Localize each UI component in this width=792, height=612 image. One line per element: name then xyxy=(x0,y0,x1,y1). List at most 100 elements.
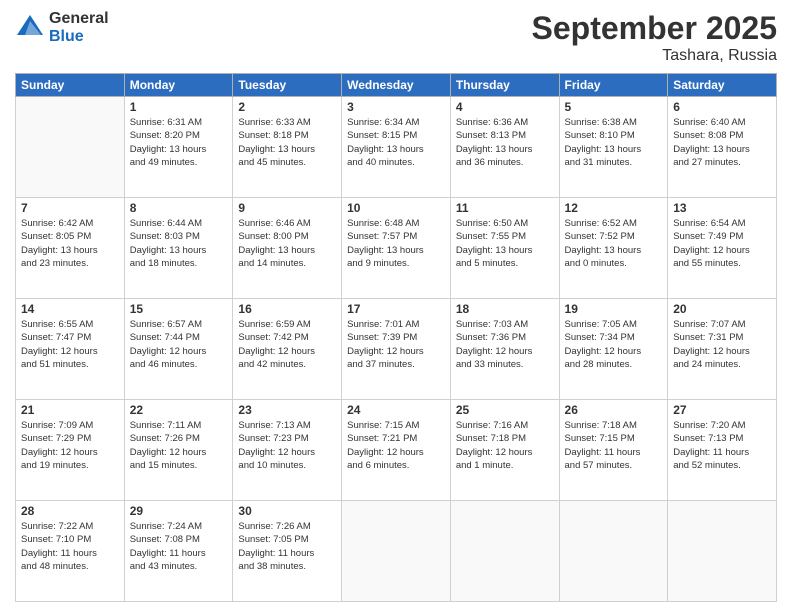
calendar-cell: 19 Sunrise: 7:05 AM Sunset: 7:34 PM Dayli… xyxy=(559,299,668,400)
day-number: 19 xyxy=(565,302,663,316)
day-info: Sunrise: 6:57 AM Sunset: 7:44 PM Dayligh… xyxy=(130,318,228,371)
calendar-cell: 14 Sunrise: 6:55 AM Sunset: 7:47 PM Dayli… xyxy=(16,299,125,400)
calendar-header-monday: Monday xyxy=(124,74,233,97)
logo-text: General Blue xyxy=(49,10,109,45)
calendar-cell: 20 Sunrise: 7:07 AM Sunset: 7:31 PM Dayli… xyxy=(668,299,777,400)
logo-icon xyxy=(15,13,45,43)
day-info: Sunrise: 7:16 AM Sunset: 7:18 PM Dayligh… xyxy=(456,419,554,472)
calendar-cell: 22 Sunrise: 7:11 AM Sunset: 7:26 PM Dayli… xyxy=(124,400,233,501)
day-number: 11 xyxy=(456,201,554,215)
day-info: Sunrise: 7:24 AM Sunset: 7:08 PM Dayligh… xyxy=(130,520,228,573)
day-info: Sunrise: 6:34 AM Sunset: 8:15 PM Dayligh… xyxy=(347,116,445,169)
day-number: 16 xyxy=(238,302,336,316)
day-number: 9 xyxy=(238,201,336,215)
day-number: 17 xyxy=(347,302,445,316)
title-location: Tashara, Russia xyxy=(532,47,777,65)
calendar-cell: 26 Sunrise: 7:18 AM Sunset: 7:15 PM Dayli… xyxy=(559,400,668,501)
day-info: Sunrise: 7:22 AM Sunset: 7:10 PM Dayligh… xyxy=(21,520,119,573)
day-number: 10 xyxy=(347,201,445,215)
day-info: Sunrise: 6:59 AM Sunset: 7:42 PM Dayligh… xyxy=(238,318,336,371)
calendar-cell: 6 Sunrise: 6:40 AM Sunset: 8:08 PM Daylig… xyxy=(668,97,777,198)
day-info: Sunrise: 7:03 AM Sunset: 7:36 PM Dayligh… xyxy=(456,318,554,371)
calendar-cell: 29 Sunrise: 7:24 AM Sunset: 7:08 PM Dayli… xyxy=(124,501,233,602)
day-info: Sunrise: 6:31 AM Sunset: 8:20 PM Dayligh… xyxy=(130,116,228,169)
calendar-cell xyxy=(559,501,668,602)
day-number: 15 xyxy=(130,302,228,316)
day-info: Sunrise: 6:52 AM Sunset: 7:52 PM Dayligh… xyxy=(565,217,663,270)
day-number: 13 xyxy=(673,201,771,215)
day-info: Sunrise: 7:20 AM Sunset: 7:13 PM Dayligh… xyxy=(673,419,771,472)
calendar-cell: 4 Sunrise: 6:36 AM Sunset: 8:13 PM Daylig… xyxy=(450,97,559,198)
day-number: 28 xyxy=(21,504,119,518)
day-info: Sunrise: 7:18 AM Sunset: 7:15 PM Dayligh… xyxy=(565,419,663,472)
day-number: 21 xyxy=(21,403,119,417)
calendar-cell: 17Sunrise: 7:01 AM Sunset: 7:39 PM Dayli… xyxy=(342,299,451,400)
logo-general: General xyxy=(49,10,109,28)
day-info: Sunrise: 6:54 AM Sunset: 7:49 PM Dayligh… xyxy=(673,217,771,270)
calendar-cell: 24 Sunrise: 7:15 AM Sunset: 7:21 PM Dayli… xyxy=(342,400,451,501)
day-info: Sunrise: 7:15 AM Sunset: 7:21 PM Dayligh… xyxy=(347,419,445,472)
calendar-cell: 16 Sunrise: 6:59 AM Sunset: 7:42 PM Dayli… xyxy=(233,299,342,400)
day-number: 20 xyxy=(673,302,771,316)
calendar-cell: 28 Sunrise: 7:22 AM Sunset: 7:10 PM Dayli… xyxy=(16,501,125,602)
day-info: Sunrise: 6:40 AM Sunset: 8:08 PM Dayligh… xyxy=(673,116,771,169)
logo: General Blue xyxy=(15,10,109,45)
calendar-header-saturday: Saturday xyxy=(668,74,777,97)
calendar-cell: 12 Sunrise: 6:52 AM Sunset: 7:52 PM Dayli… xyxy=(559,198,668,299)
day-info: Sunrise: 7:13 AM Sunset: 7:23 PM Dayligh… xyxy=(238,419,336,472)
calendar-cell: 5 Sunrise: 6:38 AM Sunset: 8:10 PM Daylig… xyxy=(559,97,668,198)
calendar-header-friday: Friday xyxy=(559,74,668,97)
day-number: 29 xyxy=(130,504,228,518)
calendar-cell: 11 Sunrise: 6:50 AM Sunset: 7:55 PM Dayli… xyxy=(450,198,559,299)
day-info: Sunrise: 6:33 AM Sunset: 8:18 PM Dayligh… xyxy=(238,116,336,169)
day-info: Sunrise: 6:46 AM Sunset: 8:00 PM Dayligh… xyxy=(238,217,336,270)
calendar-header-thursday: Thursday xyxy=(450,74,559,97)
day-info: Sunrise: 6:42 AM Sunset: 8:05 PM Dayligh… xyxy=(21,217,119,270)
calendar-week-5: 28 Sunrise: 7:22 AM Sunset: 7:10 PM Dayli… xyxy=(16,501,777,602)
calendar-header-row: SundayMondayTuesdayWednesdayThursdayFrid… xyxy=(16,74,777,97)
day-info: Sunrise: 6:38 AM Sunset: 8:10 PM Dayligh… xyxy=(565,116,663,169)
day-info: Sunrise: 6:44 AM Sunset: 8:03 PM Dayligh… xyxy=(130,217,228,270)
calendar-header-sunday: Sunday xyxy=(16,74,125,97)
day-number: 14 xyxy=(21,302,119,316)
day-number: 25 xyxy=(456,403,554,417)
day-number: 26 xyxy=(565,403,663,417)
calendar-cell xyxy=(16,97,125,198)
day-number: 12 xyxy=(565,201,663,215)
calendar-cell: 23 Sunrise: 7:13 AM Sunset: 7:23 PM Dayli… xyxy=(233,400,342,501)
calendar-week-1: 1Sunrise: 6:31 AM Sunset: 8:20 PM Daylig… xyxy=(16,97,777,198)
calendar-cell: 8 Sunrise: 6:44 AM Sunset: 8:03 PM Daylig… xyxy=(124,198,233,299)
day-info: Sunrise: 7:07 AM Sunset: 7:31 PM Dayligh… xyxy=(673,318,771,371)
calendar-cell: 18 Sunrise: 7:03 AM Sunset: 7:36 PM Dayli… xyxy=(450,299,559,400)
calendar-header-wednesday: Wednesday xyxy=(342,74,451,97)
day-number: 27 xyxy=(673,403,771,417)
day-info: Sunrise: 6:36 AM Sunset: 8:13 PM Dayligh… xyxy=(456,116,554,169)
day-number: 8 xyxy=(130,201,228,215)
day-number: 24 xyxy=(347,403,445,417)
day-number: 5 xyxy=(565,100,663,114)
calendar-cell: 7Sunrise: 6:42 AM Sunset: 8:05 PM Daylig… xyxy=(16,198,125,299)
calendar-week-4: 21Sunrise: 7:09 AM Sunset: 7:29 PM Dayli… xyxy=(16,400,777,501)
day-number: 18 xyxy=(456,302,554,316)
day-number: 4 xyxy=(456,100,554,114)
calendar-cell: 9 Sunrise: 6:46 AM Sunset: 8:00 PM Daylig… xyxy=(233,198,342,299)
day-number: 23 xyxy=(238,403,336,417)
header: General Blue September 2025 Tashara, Rus… xyxy=(15,10,777,65)
calendar-cell: 13 Sunrise: 6:54 AM Sunset: 7:49 PM Dayli… xyxy=(668,198,777,299)
day-info: Sunrise: 6:50 AM Sunset: 7:55 PM Dayligh… xyxy=(456,217,554,270)
day-info: Sunrise: 7:11 AM Sunset: 7:26 PM Dayligh… xyxy=(130,419,228,472)
day-info: Sunrise: 7:26 AM Sunset: 7:05 PM Dayligh… xyxy=(238,520,336,573)
day-info: Sunrise: 7:05 AM Sunset: 7:34 PM Dayligh… xyxy=(565,318,663,371)
calendar-cell: 30 Sunrise: 7:26 AM Sunset: 7:05 PM Dayli… xyxy=(233,501,342,602)
calendar-week-3: 14 Sunrise: 6:55 AM Sunset: 7:47 PM Dayli… xyxy=(16,299,777,400)
calendar-cell: 2 Sunrise: 6:33 AM Sunset: 8:18 PM Daylig… xyxy=(233,97,342,198)
calendar-header-tuesday: Tuesday xyxy=(233,74,342,97)
day-number: 2 xyxy=(238,100,336,114)
day-info: Sunrise: 6:55 AM Sunset: 7:47 PM Dayligh… xyxy=(21,318,119,371)
day-number: 3 xyxy=(347,100,445,114)
calendar-cell: 10Sunrise: 6:48 AM Sunset: 7:57 PM Dayli… xyxy=(342,198,451,299)
day-number: 30 xyxy=(238,504,336,518)
day-number: 6 xyxy=(673,100,771,114)
page: General Blue September 2025 Tashara, Rus… xyxy=(0,0,792,612)
day-number: 22 xyxy=(130,403,228,417)
